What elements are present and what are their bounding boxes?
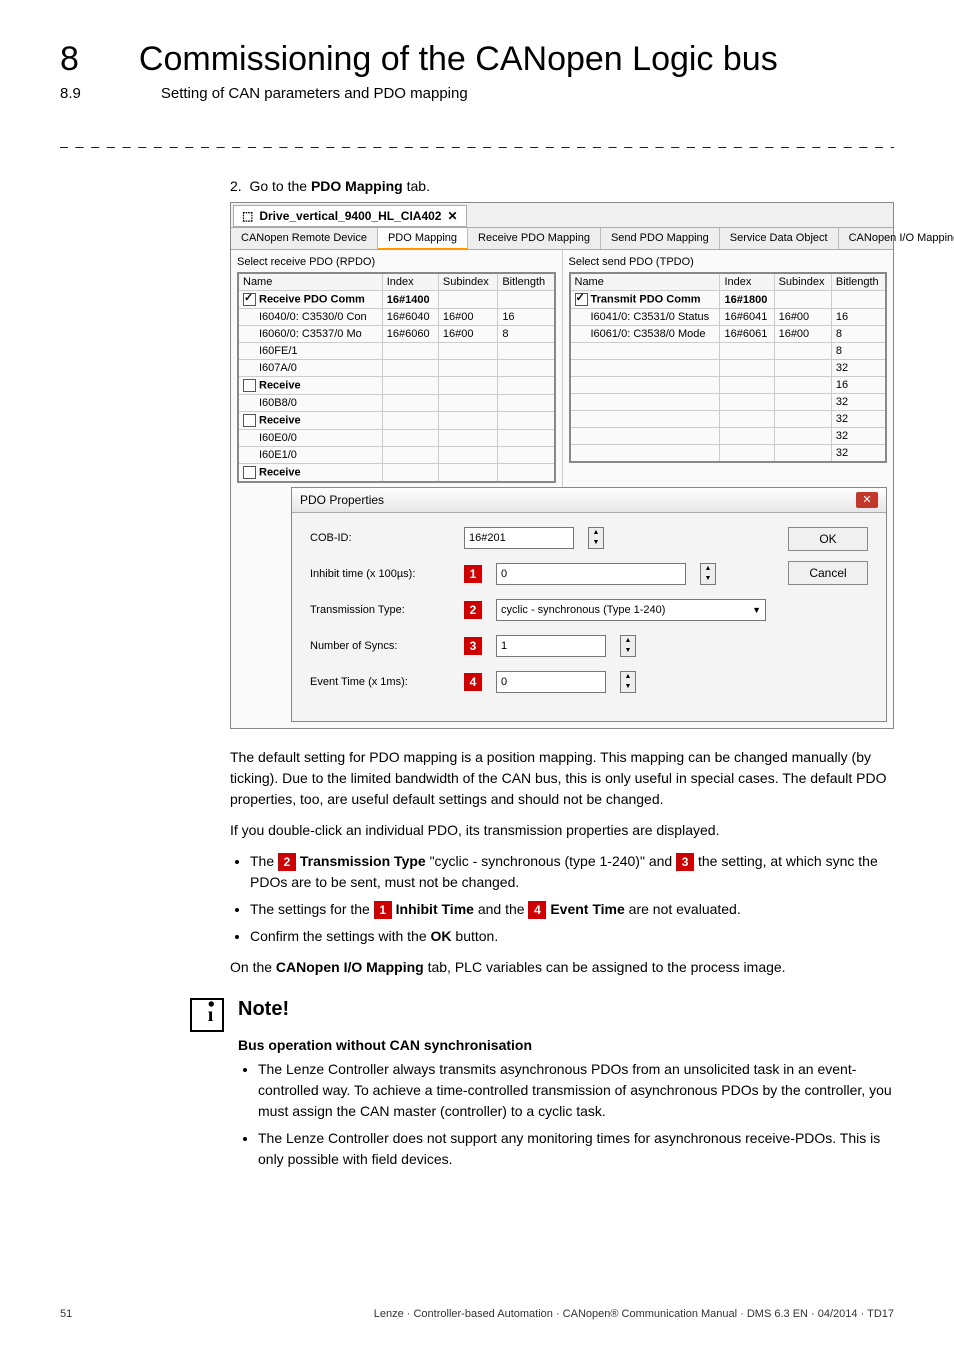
checkbox-icon[interactable] bbox=[243, 379, 256, 392]
table-row[interactable]: I60E1/0 bbox=[238, 447, 555, 464]
checkbox-icon[interactable] bbox=[243, 414, 256, 427]
list-item: The 2 Transmission Type "cyclic - synchr… bbox=[250, 851, 894, 893]
tpdo-label: Select send PDO (TPDO) bbox=[569, 256, 888, 268]
step-2: 2. Go to the PDO Mapping tab. bbox=[230, 178, 894, 194]
info-icon: ı bbox=[190, 998, 224, 1032]
close-icon[interactable]: ✕ bbox=[856, 492, 878, 508]
table-row[interactable]: I6061/0: C3538/0 Mode16#606116#008 bbox=[570, 326, 887, 343]
table-row: 32 bbox=[570, 428, 887, 445]
section-number: 8.9 bbox=[60, 85, 81, 102]
syncs-label: Number of Syncs: bbox=[310, 640, 450, 652]
table-row: 32 bbox=[570, 394, 887, 411]
spinner-icon[interactable]: ▲▼ bbox=[700, 563, 716, 585]
callout-3: 3 bbox=[464, 637, 482, 655]
tab-canopen-remote[interactable]: CANopen Remote Device bbox=[231, 228, 378, 249]
syncs-input[interactable] bbox=[496, 635, 606, 657]
table-row[interactable]: Transmit PDO Comm16#1800 bbox=[570, 291, 887, 309]
tab-service-data[interactable]: Service Data Object bbox=[720, 228, 839, 249]
spinner-icon[interactable]: ▲▼ bbox=[588, 527, 604, 549]
section-title: Setting of CAN parameters and PDO mappin… bbox=[161, 85, 468, 102]
checkbox-icon[interactable] bbox=[243, 293, 256, 306]
list-item: The Lenze Controller does not support an… bbox=[258, 1128, 894, 1170]
paragraph: On the CANopen I/O Mapping tab, PLC vari… bbox=[230, 957, 894, 978]
cob-id-label: COB-ID: bbox=[310, 532, 450, 544]
spinner-icon[interactable]: ▲▼ bbox=[620, 671, 636, 693]
callout-4: 4 bbox=[464, 673, 482, 691]
checkbox-icon[interactable] bbox=[575, 293, 588, 306]
tpdo-table: NameIndexSubindexBitlength Transmit PDO … bbox=[569, 272, 888, 463]
cob-id-input[interactable] bbox=[464, 527, 574, 549]
document-tab[interactable]: ⬚ Drive_vertical_9400_HL_CIA402 ✕ bbox=[233, 205, 467, 227]
table-row: 8 bbox=[570, 343, 887, 360]
table-row[interactable]: I6041/0: C3531/0 Status16#604116#0016 bbox=[570, 309, 887, 326]
callout-1: 1 bbox=[464, 565, 482, 583]
chapter-number: 8 bbox=[60, 40, 79, 79]
inhibit-label: Inhibit time (x 100µs): bbox=[310, 568, 450, 580]
dialog-title: PDO Properties bbox=[300, 493, 384, 507]
table-row[interactable]: I607A/0 bbox=[238, 360, 555, 377]
footer-text: Lenze · Controller-based Automation · CA… bbox=[374, 1308, 894, 1320]
rpdo-table: NameIndexSubindexBitlength Receive PDO C… bbox=[237, 272, 556, 483]
rpdo-label: Select receive PDO (RPDO) bbox=[237, 256, 556, 268]
table-row[interactable]: I60B8/0 bbox=[238, 395, 555, 412]
trans-type-label: Transmission Type: bbox=[310, 604, 450, 616]
pdo-properties-dialog: PDO Properties ✕ OK Cancel COB-ID: ▲▼ In… bbox=[291, 487, 887, 722]
page-number: 51 bbox=[60, 1308, 72, 1320]
callout-2: 2 bbox=[464, 601, 482, 619]
table-row: 16 bbox=[570, 377, 887, 394]
checkbox-icon[interactable] bbox=[243, 466, 256, 479]
inhibit-input[interactable] bbox=[496, 563, 686, 585]
tab-receive-pdo[interactable]: Receive PDO Mapping bbox=[468, 228, 601, 249]
tab-pdo-mapping[interactable]: PDO Mapping bbox=[378, 228, 468, 250]
event-time-input[interactable] bbox=[496, 671, 606, 693]
ok-button[interactable]: OK bbox=[788, 527, 868, 551]
trans-type-select[interactable]: cyclic - synchronous (Type 1-240)▼ bbox=[496, 599, 766, 621]
table-row[interactable]: Receive bbox=[238, 464, 555, 483]
table-row[interactable]: Receive bbox=[238, 412, 555, 430]
close-icon[interactable]: ✕ bbox=[447, 209, 457, 223]
list-item: The Lenze Controller always transmits as… bbox=[258, 1059, 894, 1122]
paragraph: The default setting for PDO mapping is a… bbox=[230, 747, 894, 810]
table-row: 32 bbox=[570, 360, 887, 377]
chapter-title: Commissioning of the CANopen Logic bus bbox=[139, 40, 778, 79]
spinner-icon[interactable]: ▲▼ bbox=[620, 635, 636, 657]
note-title: Note! bbox=[238, 998, 894, 1021]
table-row[interactable]: I6060/0: C3537/0 Mo16#606016#008 bbox=[238, 326, 555, 343]
divider: _ _ _ _ _ _ _ _ _ _ _ _ _ _ _ _ _ _ _ _ … bbox=[60, 132, 894, 148]
doc-icon: ⬚ bbox=[242, 209, 253, 223]
table-row[interactable]: Receive bbox=[238, 377, 555, 395]
table-row: 32 bbox=[570, 411, 887, 428]
event-time-label: Event Time (x 1ms): bbox=[310, 676, 450, 688]
note-subtitle: Bus operation without CAN synchronisatio… bbox=[238, 1037, 894, 1053]
table-row[interactable]: I6040/0: C3530/0 Con16#604016#0016 bbox=[238, 309, 555, 326]
list-item: Confirm the settings with the OK button. bbox=[250, 926, 894, 947]
screenshot-window: ⬚ Drive_vertical_9400_HL_CIA402 ✕ CANope… bbox=[230, 202, 894, 729]
cancel-button[interactable]: Cancel bbox=[788, 561, 868, 585]
table-row[interactable]: I60E0/0 bbox=[238, 430, 555, 447]
paragraph: If you double-click an individual PDO, i… bbox=[230, 820, 894, 841]
chevron-down-icon: ▼ bbox=[752, 605, 761, 615]
list-item: The settings for the 1 Inhibit Time and … bbox=[250, 899, 894, 920]
tab-io-mapping[interactable]: CANopen I/O Mapping bbox=[839, 228, 954, 249]
tab-send-pdo[interactable]: Send PDO Mapping bbox=[601, 228, 720, 249]
table-row: 32 bbox=[570, 445, 887, 463]
table-row[interactable]: Receive PDO Comm16#1400 bbox=[238, 291, 555, 309]
table-row[interactable]: I60FE/1 bbox=[238, 343, 555, 360]
